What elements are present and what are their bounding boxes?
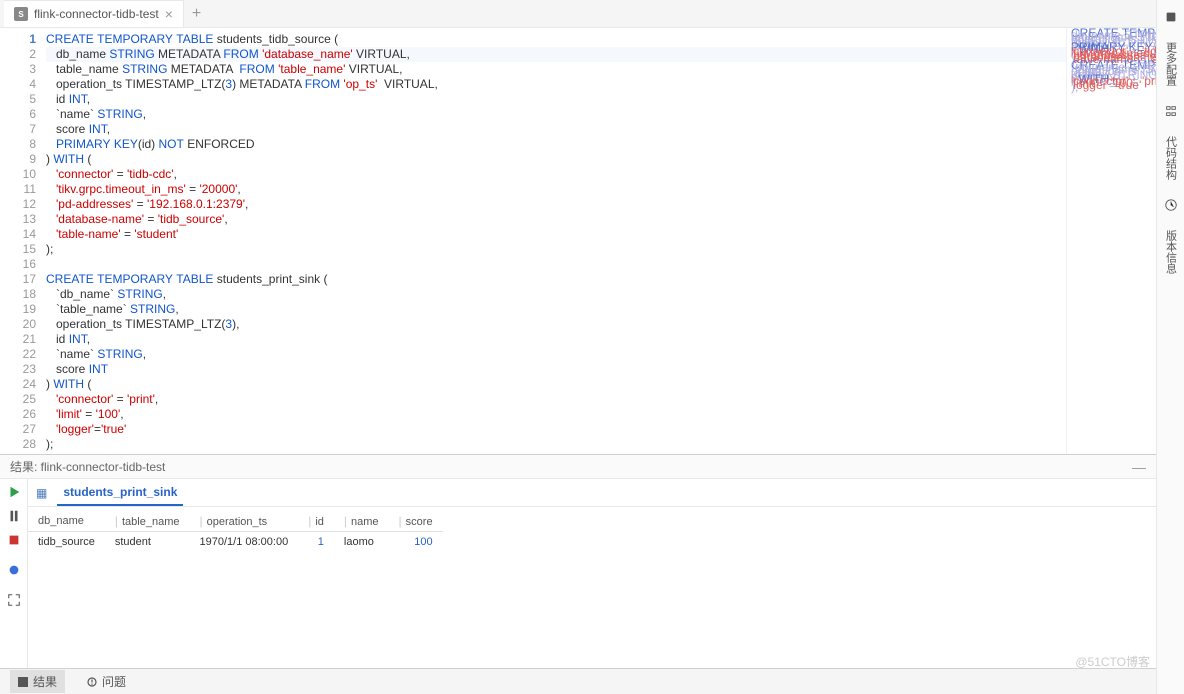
config-icon[interactable] (1164, 10, 1178, 24)
watermark: @51CTO博客 (1075, 653, 1150, 670)
file-tab[interactable]: S flink-connector-tidb-test × (4, 0, 184, 27)
minimap[interactable]: CREATE TEMPORARY TABLE students_tidb_sou… (1066, 28, 1156, 454)
problems-icon (87, 677, 97, 687)
result-table: db_name|table_name|operation_ts|id|name|… (28, 507, 1156, 556)
result-tab-sink[interactable]: students_print_sink (57, 479, 183, 506)
tabs-bar: S flink-connector-tidb-test × + (0, 0, 1156, 28)
bottom-tab-problems[interactable]: 问题 (79, 670, 134, 693)
table-row[interactable]: tidb_sourcestudent1970/1/1 08:00:001laom… (28, 532, 443, 553)
close-icon[interactable]: × (165, 6, 173, 22)
results-icon (18, 677, 28, 687)
run-controls (0, 479, 28, 668)
settings-icon[interactable] (7, 563, 21, 577)
sidebar-version-info[interactable]: 版本信息 (1163, 226, 1179, 278)
line-gutter: 1234567891011121314151617181920212223242… (0, 28, 46, 454)
results-header: 结果: flink-connector-tidb-test — (0, 454, 1156, 478)
tab-title: flink-connector-tidb-test (34, 7, 159, 21)
pause-icon[interactable] (7, 509, 21, 523)
add-tab-button[interactable]: + (184, 5, 209, 23)
history-icon[interactable] (1164, 198, 1178, 212)
editor[interactable]: 1234567891011121314151617181920212223242… (0, 28, 1156, 454)
code-area[interactable]: CREATE TEMPORARY TABLE students_tidb_sou… (46, 28, 1066, 454)
sidebar-code-structure[interactable]: 代码结构 (1163, 132, 1179, 184)
bottom-tab-results[interactable]: 结果 (10, 670, 65, 693)
expand-icon[interactable] (7, 593, 21, 607)
result-tabs: ▦ students_print_sink (28, 479, 1156, 507)
sidebar-more-config[interactable]: 更多配置 (1163, 38, 1179, 90)
stop-icon[interactable] (7, 533, 21, 547)
right-sidebar: 更多配置 代码结构 版本信息 (1156, 0, 1184, 694)
sql-file-icon: S (14, 7, 28, 21)
minimize-icon[interactable]: — (1132, 459, 1146, 475)
grid-icon: ▦ (36, 486, 47, 500)
structure-icon[interactable] (1164, 104, 1178, 118)
play-icon[interactable] (7, 485, 21, 499)
bottom-bar: 结果 问题 (0, 668, 1156, 694)
